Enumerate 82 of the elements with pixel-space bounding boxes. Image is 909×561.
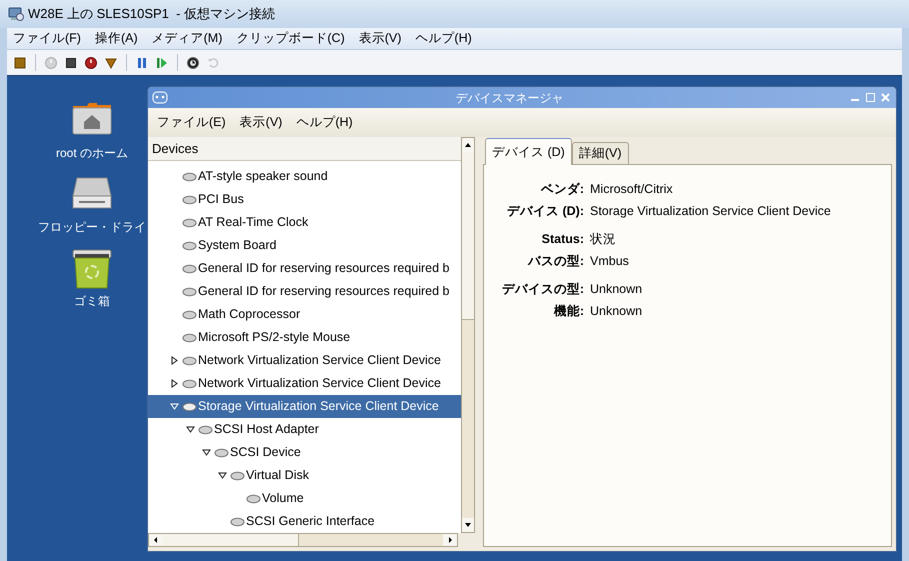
tab[interactable]: デバイス (D) [485, 138, 572, 165]
device-icon [246, 493, 261, 504]
tree-row[interactable]: SCSI Host Adapter [148, 418, 461, 441]
tab[interactable]: 詳細(V) [572, 142, 628, 165]
expander-icon[interactable] [202, 448, 210, 457]
device-icon [230, 516, 245, 527]
property-value: Microsoft/Citrix [590, 181, 674, 198]
menu-item[interactable]: クリップボード(C) [236, 29, 345, 48]
device-icon [182, 332, 197, 343]
device-icon [182, 401, 197, 412]
device-icon [230, 470, 245, 481]
property-value: Unknown [590, 281, 644, 298]
menu-item[interactable]: ヘルプ(H) [415, 29, 472, 48]
menu-item[interactable]: メディア(M) [152, 29, 222, 48]
tree-row[interactable]: Network Virtualization Service Client Device [148, 349, 461, 372]
menu-item[interactable]: ファイル(E) [157, 113, 226, 132]
icon-label[interactable]: ゴミ箱 [74, 292, 110, 310]
clock-icon[interactable] [186, 56, 200, 70]
key-combo-icon[interactable] [13, 56, 27, 70]
expander-icon[interactable] [218, 471, 226, 480]
tree-row[interactable]: SCSI Generic Interface [148, 510, 461, 533]
tree-row[interactable]: Volume [148, 487, 461, 510]
scroll-up-icon[interactable] [462, 138, 474, 152]
device-icon [182, 171, 197, 182]
property-label: 機能: [552, 303, 584, 320]
tree-row[interactable]: AT-style speaker sound [148, 165, 461, 188]
scrollbar-thumb[interactable] [163, 534, 299, 546]
window-title: W28E 上の SLES10SP1 - 仮想マシン接続 [28, 5, 276, 24]
pause-icon[interactable] [135, 56, 149, 70]
tree-row[interactable]: PCI Bus [148, 188, 461, 211]
menu-item[interactable]: ファイル(F) [13, 29, 81, 48]
device-icon [182, 194, 197, 205]
property-label: デバイス (D): [506, 203, 584, 220]
device-icon [182, 355, 197, 366]
property-label: デバイスの型: [500, 281, 584, 298]
device-icon [182, 240, 197, 251]
dialog-title: デバイスマネージャ [456, 90, 564, 106]
icon-label[interactable]: root のホーム [56, 144, 128, 162]
column-header[interactable]: Devices [148, 137, 461, 161]
device-icon [182, 217, 197, 228]
menu-item[interactable]: 表示(V) [240, 113, 282, 132]
tree-row[interactable]: Storage Virtualization Service Client Device [148, 395, 461, 418]
tree-row[interactable]: Microsoft PS/2-style Mouse [148, 326, 461, 349]
device-icon [182, 378, 197, 389]
icon-label[interactable]: フロッピー・ドライ [38, 218, 146, 236]
tree-row[interactable]: System Board [148, 234, 461, 257]
menu-item[interactable]: 表示(V) [358, 29, 402, 48]
device-icon [198, 424, 213, 435]
tree-row[interactable]: General ID for reserving resources required b [148, 257, 461, 280]
menu-item[interactable]: 操作(A) [94, 29, 138, 48]
triangle-icon[interactable] [104, 56, 118, 70]
resume-icon[interactable] [155, 56, 169, 70]
expander-icon[interactable] [170, 356, 178, 365]
expander-icon[interactable] [186, 425, 194, 434]
menu-item[interactable]: ヘルプ(H) [296, 113, 353, 132]
tree-row[interactable]: Math Coprocessor [148, 303, 461, 326]
tree-row[interactable]: Network Virtualization Service Client Device [148, 372, 461, 395]
tree-row[interactable]: AT Real-Time Clock [148, 211, 461, 234]
tree-row[interactable]: SCSI Device [148, 441, 461, 464]
property-value: Unknown [590, 303, 644, 320]
property-label: Status: [540, 231, 584, 248]
gamepad-icon [152, 91, 168, 104]
scroll-right-icon[interactable] [443, 534, 457, 546]
power-icon[interactable] [84, 56, 98, 70]
property-value: Vmbus [590, 253, 630, 270]
monitor-icon [8, 6, 24, 22]
device-icon [182, 309, 197, 320]
expander-icon[interactable] [170, 379, 178, 388]
stop-icon[interactable] [64, 56, 78, 70]
trash-icon[interactable] [71, 248, 113, 290]
device-icon [182, 263, 197, 274]
tree-row[interactable]: General ID for reserving resources required b [148, 280, 461, 303]
property-value: 状況 [590, 231, 617, 248]
tree-row[interactable]: Virtual Disk [148, 464, 461, 487]
property-label: ベンダ: [540, 181, 584, 198]
scrollbar-thumb[interactable] [462, 152, 474, 320]
property-value: Storage Virtualization Service Client Device [590, 203, 832, 220]
scroll-left-icon[interactable] [149, 534, 163, 546]
device-icon [214, 447, 229, 458]
scroll-down-icon[interactable] [462, 518, 474, 532]
device-icon [182, 286, 197, 297]
property-label: バスの型: [526, 253, 584, 270]
